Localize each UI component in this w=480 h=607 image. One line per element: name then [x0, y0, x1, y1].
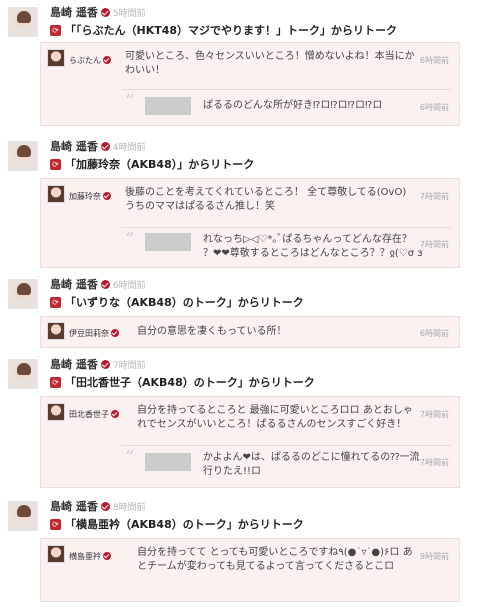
talk-message: 自分を持ってるところと 最強に可愛いところロロ あとおしゃ れでセンスがいいところ…	[137, 405, 413, 430]
avatar[interactable]	[8, 7, 38, 37]
author-name[interactable]: 島崎 遥香	[50, 276, 98, 292]
quoted-question[interactable]: “ かよよん❤は、ぱるるのどこに憧れてるの⁇一流 行りたえ!!ロ 7時間前	[41, 445, 459, 489]
quote-text: れなっち▷◁♡*｡ﾟぱるちゃんってどんな存在？ ？❤❤尊敬するところはどんなところ…	[203, 234, 423, 259]
verified-badge-icon	[100, 7, 110, 17]
retalk-title[interactable]: 「横島亜衿（AKB48）のトーク」からリトーク	[65, 516, 304, 532]
quote-time: 6時間前	[419, 103, 449, 112]
post: 島崎 遥香 6時間前 ⟳ 「いずりな（AKB48）のトーク」からリトーク 伊豆田…	[0, 274, 480, 352]
talk-box: 加藤玲奈 後藤のことを考えてくれているところ！ 全て尊敬してる(OvO) うちのマ…	[40, 178, 460, 268]
quote-time: 7時間前	[419, 240, 449, 249]
post: 島崎 遥香 4時間前 ⟳ 「加藤玲奈（AKB48）」からリトーク 加藤玲奈 後藤…	[0, 136, 480, 270]
quoted-question[interactable]: “ ぱるるのどんな所が好き⁉︎ロ⁉︎ロ⁉︎ロ⁉︎ロ 6時間前	[41, 89, 459, 125]
talk-box: らぶたん 可愛いところ、色々センスいいところ！憎めないよね！本当にか わいい！ 6…	[40, 42, 460, 126]
talk-message: 自分の意思を凄くもっている所！	[137, 326, 287, 337]
talk-row[interactable]: らぶたん 可愛いところ、色々センスいいところ！憎めないよね！本当にか わいい！ 6…	[41, 43, 459, 87]
verified-badge-icon	[100, 141, 110, 151]
author-name[interactable]: 島崎 遥香	[50, 498, 98, 514]
quote-time: 7時間前	[419, 458, 449, 467]
talk-author[interactable]: 伊豆田莉奈	[69, 328, 119, 339]
talk-box: 伊豆田莉奈 自分の意思を凄くもっている所！ 6時間前	[40, 316, 460, 348]
verified-badge-icon	[103, 552, 111, 560]
author-row: 島崎 遥香 4時間前	[50, 138, 146, 154]
retalk-row[interactable]: ⟳ 「横島亜衿（AKB48）のトーク」からリトーク	[50, 516, 304, 532]
redacted-avatar	[145, 233, 191, 251]
talk-author[interactable]: 横島亜衿	[69, 551, 111, 562]
post-time: 5時間前	[112, 8, 146, 19]
avatar[interactable]	[47, 545, 65, 563]
retalk-icon: ⟳	[50, 158, 61, 170]
post: 島崎 遥香 5時間前 ⟳ 「「らぶたん（HKT48）マジでやります！」トーク」か…	[0, 2, 480, 128]
verified-badge-icon	[100, 501, 110, 511]
retalk-title[interactable]: 「加藤玲奈（AKB48）」からリトーク	[65, 156, 254, 172]
avatar[interactable]	[8, 279, 38, 309]
talk-row[interactable]: 加藤玲奈 後藤のことを考えてくれているところ！ 全て尊敬してる(OvO) うちのマ…	[41, 179, 459, 225]
avatar[interactable]	[47, 185, 65, 203]
talk-time: 6時間前	[419, 56, 449, 65]
talk-message: 可愛いところ、色々センスいいところ！憎めないよね！本当にか わいい！	[125, 51, 415, 76]
quote-icon: “	[125, 447, 135, 468]
retalk-feed: 島崎 遥香 5時間前 ⟳ 「「らぶたん（HKT48）マジでやります！」トーク」か…	[0, 0, 480, 607]
talk-time: 9時間前	[419, 552, 449, 561]
quote-icon: “	[125, 91, 135, 112]
retalk-row[interactable]: ⟳ 「加藤玲奈（AKB48）」からリトーク	[50, 156, 254, 172]
verified-badge-icon	[111, 329, 119, 337]
retalk-title[interactable]: 「いずりな（AKB48）のトーク」からリトーク	[65, 294, 304, 310]
retalk-icon: ⟳	[50, 296, 61, 308]
redacted-avatar	[145, 97, 191, 115]
avatar[interactable]	[47, 49, 65, 67]
author-name[interactable]: 島崎 遥香	[50, 356, 98, 372]
post-time: 7時間前	[112, 360, 146, 371]
retalk-row[interactable]: ⟳ 「いずりな（AKB48）のトーク」からリトーク	[50, 294, 304, 310]
avatar[interactable]	[8, 359, 38, 389]
verified-badge-icon	[103, 56, 111, 64]
author-name[interactable]: 島崎 遥香	[50, 138, 98, 154]
verified-badge-icon	[100, 279, 110, 289]
retalk-title[interactable]: 「「らぶたん（HKT48）マジでやります！」トーク」からリトーク	[65, 22, 397, 38]
redacted-avatar	[145, 453, 191, 471]
verified-badge-icon	[111, 410, 119, 418]
avatar[interactable]	[47, 403, 65, 421]
retalk-icon: ⟳	[50, 24, 61, 36]
talk-time: 7時間前	[419, 410, 449, 419]
verified-badge-icon	[100, 359, 110, 369]
retalk-row[interactable]: ⟳ 「「らぶたん（HKT48）マジでやります！」トーク」からリトーク	[50, 22, 397, 38]
talk-time: 7時間前	[419, 192, 449, 201]
talk-box: 横島亜衿 自分を持ってて とっても可愛いところですね٩(●˙▿˙●)۶ロ あとチ…	[40, 538, 460, 602]
talk-author[interactable]: らぶたん	[69, 55, 111, 66]
retalk-title[interactable]: 「田北香世子（AKB48）のトーク」からリトーク	[65, 374, 315, 390]
talk-box: 田北香世子 自分を持ってるところと 最強に可愛いところロロ あとおしゃ れでセンス…	[40, 396, 460, 488]
talk-author[interactable]: 田北香世子	[69, 409, 119, 420]
quote-icon: “	[125, 229, 135, 250]
avatar[interactable]	[47, 322, 65, 340]
talk-message: 後藤のことを考えてくれているところ！ 全て尊敬してる(OvO) うちのママはぱるる…	[125, 187, 407, 212]
retalk-row[interactable]: ⟳ 「田北香世子（AKB48）のトーク」からリトーク	[50, 374, 315, 390]
talk-row[interactable]: 横島亜衿 自分を持ってて とっても可愛いところですね٩(●˙▿˙●)۶ロ あとチ…	[41, 539, 459, 585]
author-row: 島崎 遥香 5時間前	[50, 4, 146, 20]
post-time: 8時間前	[112, 502, 146, 513]
quote-text: ぱるるのどんな所が好き⁉︎ロ⁉︎ロ⁉︎ロ⁉︎ロ	[203, 100, 383, 111]
author-row: 島崎 遥香 6時間前	[50, 276, 146, 292]
quoted-question[interactable]: “ れなっち▷◁♡*｡ﾟぱるちゃんってどんな存在？ ？❤❤尊敬するところはどんなと…	[41, 227, 459, 269]
talk-time: 6時間前	[419, 329, 449, 338]
talk-author[interactable]: 加藤玲奈	[69, 191, 111, 202]
verified-badge-icon	[103, 192, 111, 200]
author-name[interactable]: 島崎 遥香	[50, 4, 98, 20]
talk-row[interactable]: 伊豆田莉奈 自分の意思を凄くもっている所！ 6時間前	[41, 317, 459, 347]
talk-row[interactable]: 田北香世子 自分を持ってるところと 最強に可愛いところロロ あとおしゃ れでセンス…	[41, 397, 459, 443]
avatar[interactable]	[8, 141, 38, 171]
author-row: 島崎 遥香 7時間前	[50, 356, 146, 372]
retalk-icon: ⟳	[50, 518, 61, 530]
post-time: 6時間前	[112, 280, 146, 291]
author-row: 島崎 遥香 8時間前	[50, 498, 146, 514]
retalk-icon: ⟳	[50, 376, 61, 388]
quote-text: かよよん❤は、ぱるるのどこに憧れてるの⁇一流 行りたえ!!ロ	[203, 452, 420, 477]
post: 島崎 遥香 7時間前 ⟳ 「田北香世子（AKB48）のトーク」からリトーク 田北…	[0, 354, 480, 490]
post: 島崎 遥香 8時間前 ⟳ 「横島亜衿（AKB48）のトーク」からリトーク 横島亜…	[0, 496, 480, 606]
talk-message: 自分を持ってて とっても可愛いところですね٩(●˙▿˙●)۶ロ あとチームが変わ…	[137, 547, 413, 572]
avatar[interactable]	[8, 501, 38, 531]
post-time: 4時間前	[112, 142, 146, 153]
